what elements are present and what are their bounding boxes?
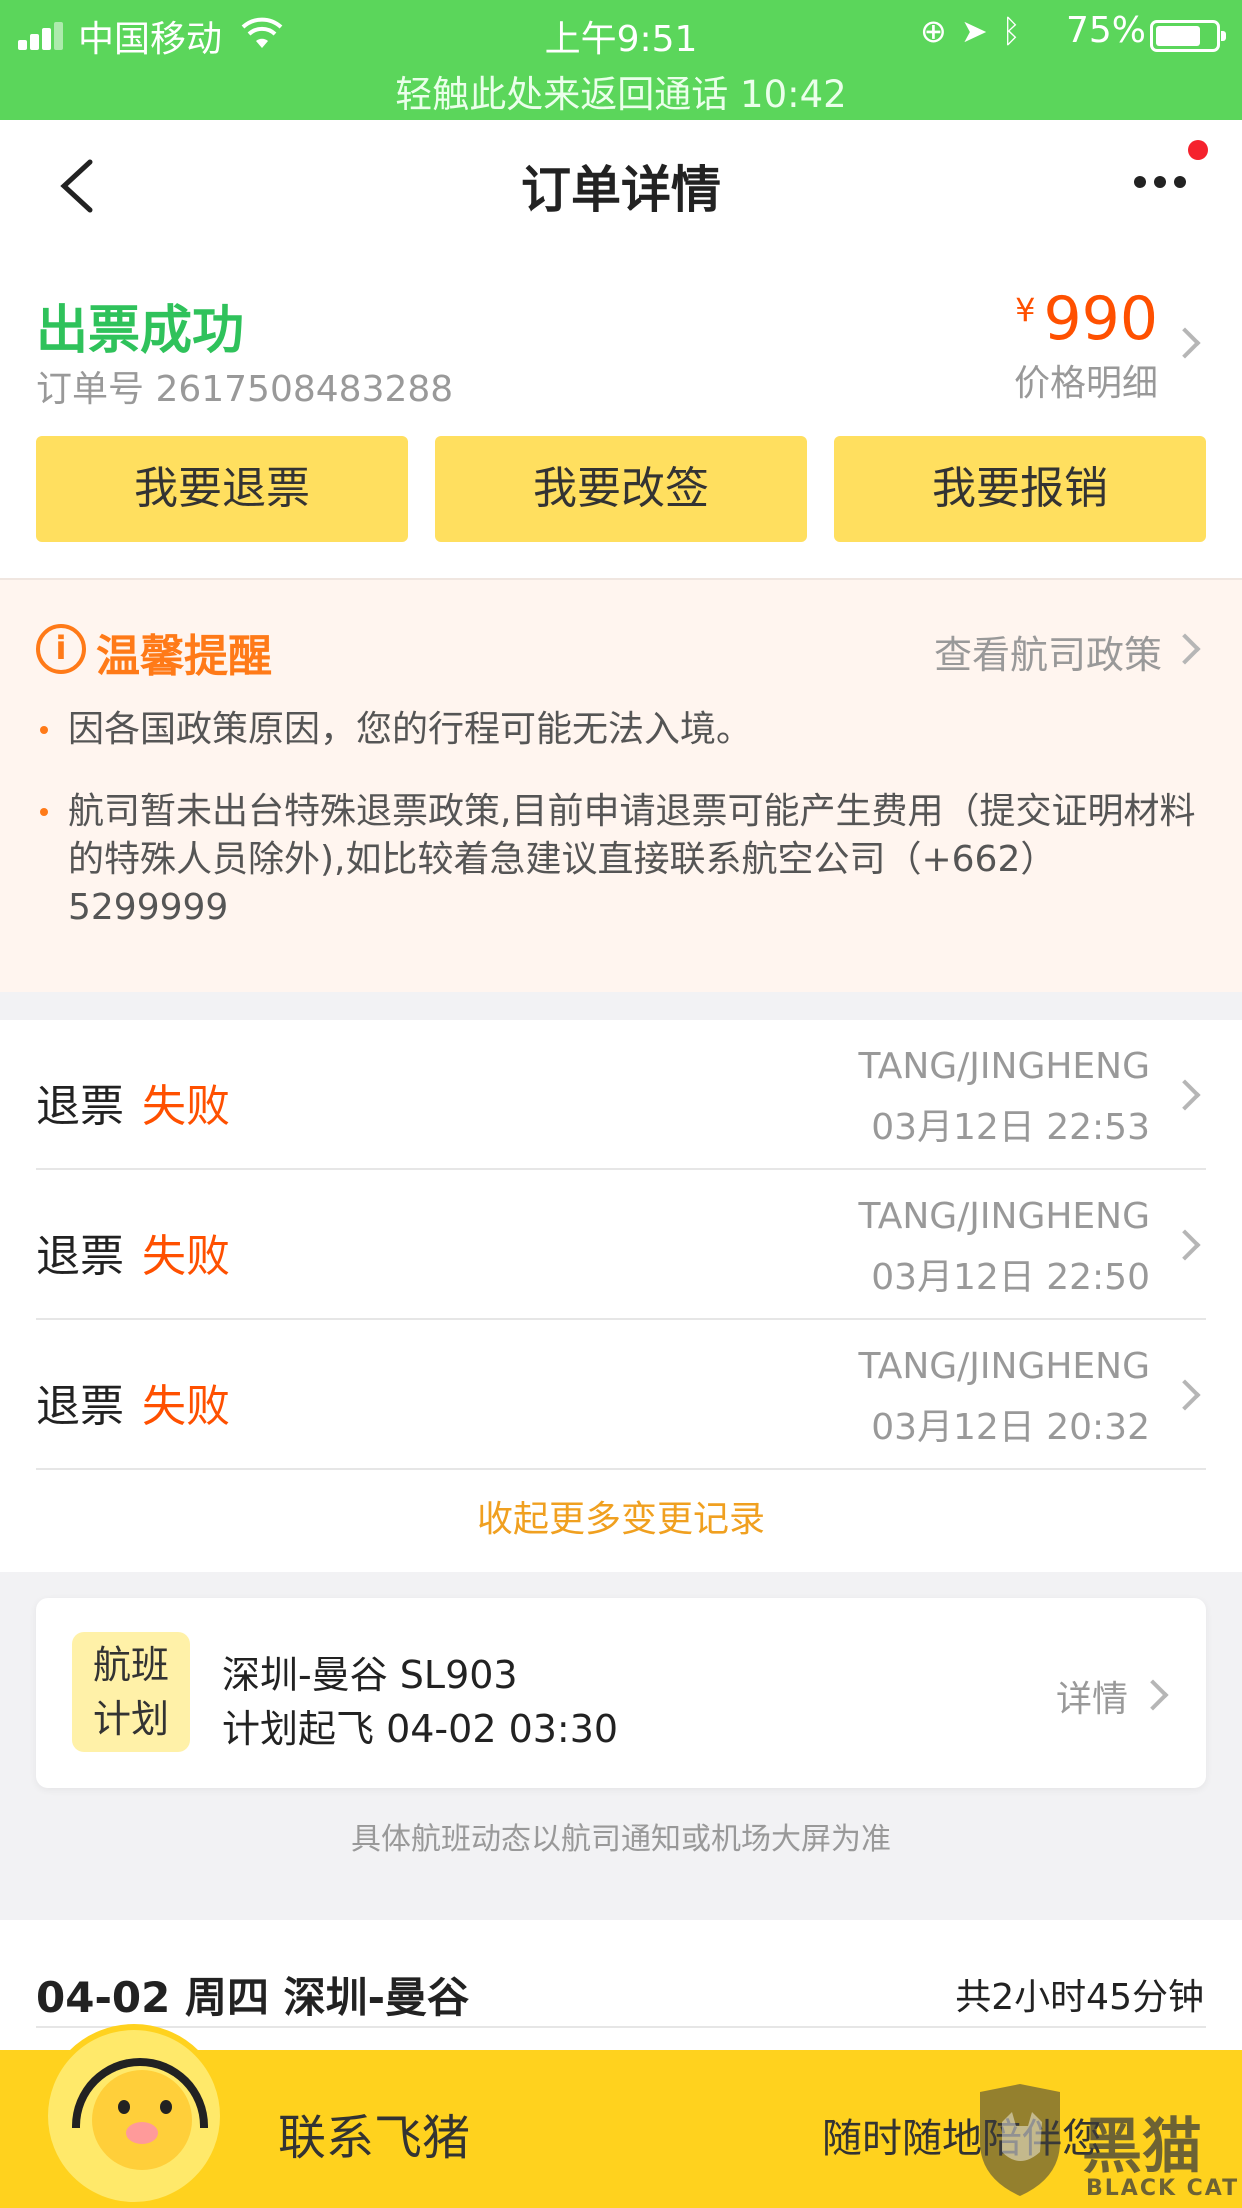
price[interactable]: ¥990: [1015, 284, 1158, 354]
record-time: 03月12日 22:50: [871, 1257, 1150, 1298]
airline-policy-link[interactable]: 查看航司政策: [934, 624, 1162, 679]
more-icon[interactable]: [1130, 162, 1200, 202]
nav-bar: 订单详情: [0, 120, 1242, 248]
clock: 上午9:51: [544, 19, 698, 60]
itinerary-header: 04-02 周四 深圳-曼谷 共2小时45分钟: [0, 1920, 1242, 2050]
badge-line: 计划: [92, 1697, 169, 1741]
order-number: 订单号 2617508483288: [36, 369, 454, 410]
battery-percent: 75%: [1066, 10, 1147, 51]
watermark-text: 黑猫: [1082, 2112, 1202, 2182]
itinerary-duration: 共2小时45分钟: [955, 1977, 1204, 2018]
record-type: 退票: [36, 1381, 124, 1432]
flight-plan-badge: 航班 计划: [72, 1632, 190, 1752]
page-title: 订单详情: [521, 161, 721, 219]
record-type: 退票: [36, 1081, 124, 1132]
reminder-title: 温馨提醒: [96, 631, 272, 682]
record-passenger: TANG/JINGHENG: [858, 1346, 1150, 1387]
reimburse-button[interactable]: 我要报销: [834, 436, 1206, 542]
order-summary: 出票成功 订单号 2617508483288 ¥990 价格明细 我要退票 我要…: [0, 248, 1242, 578]
record-status: 失败: [142, 1381, 230, 1432]
flight-route: 深圳-曼谷 SL903: [222, 1653, 518, 1697]
location-icon: ➤: [960, 12, 1002, 50]
info-icon: i: [36, 624, 86, 674]
flight-plan-card[interactable]: 航班 计划 深圳-曼谷 SL903 计划起飞 04-02 03:30 详情: [36, 1598, 1206, 1788]
flight-detail-link[interactable]: 详情: [1056, 1670, 1128, 1722]
chevron-right-icon: [1169, 1229, 1201, 1261]
chevron-right-icon: [1169, 1379, 1201, 1411]
record-status: 失败: [142, 1231, 230, 1282]
chevron-right-icon[interactable]: [1137, 1679, 1169, 1711]
contact-fliggy-label[interactable]: 联系飞猪: [278, 2098, 470, 2168]
record-status: 失败: [142, 1081, 230, 1132]
battery-icon: [1150, 20, 1226, 52]
price-currency: ¥: [1015, 291, 1036, 329]
notification-dot: [1188, 140, 1208, 160]
record-passenger: TANG/JINGHENG: [858, 1196, 1150, 1237]
record-row[interactable]: 退票 失败 TANG/JINGHENG 03月12日 22:50: [36, 1170, 1206, 1320]
order-status: 出票成功: [36, 301, 245, 361]
itinerary-date: 04-02 周四 深圳-曼谷: [36, 1973, 470, 2022]
reminder-item: 航司暂未出台特殊退票政策,目前申请退票可能产生费用（提交证明材料的特殊人员除外)…: [68, 791, 1196, 928]
record-time: 03月12日 20:32: [871, 1407, 1150, 1448]
bluetooth-icon: ᛒ: [1001, 12, 1035, 50]
chevron-right-icon[interactable]: [1169, 633, 1201, 665]
black-cat-logo-icon: [980, 2084, 1060, 2196]
badge-line: 航班: [92, 1643, 169, 1687]
fliggy-mascot-icon[interactable]: [42, 2024, 226, 2208]
flight-departure: 计划起飞 04-02 03:30: [222, 1707, 619, 1751]
record-type: 退票: [36, 1231, 124, 1282]
change-records: 退票 失败 TANG/JINGHENG 03月12日 22:53 退票 失败 T…: [0, 1020, 1242, 1572]
reminder-item: 因各国政策原因，您的行程可能无法入境。: [68, 709, 753, 750]
chevron-right-icon[interactable]: [1169, 327, 1201, 359]
record-passenger: TANG/JINGHENG: [858, 1046, 1150, 1087]
change-button[interactable]: 我要改签: [435, 436, 807, 542]
system-icons: ⊕➤ᛒ: [920, 12, 1035, 50]
reminder-panel: i 温馨提醒 查看航司政策 因各国政策原因，您的行程可能无法入境。 航司暂未出台…: [0, 578, 1242, 992]
flight-note: 具体航班动态以航司通知或机场大屏为准: [351, 1822, 891, 1857]
rotation-lock-icon: ⊕: [920, 12, 961, 50]
refund-button[interactable]: 我要退票: [36, 436, 408, 542]
price-detail-link[interactable]: 价格明细: [1014, 354, 1158, 406]
bullet-icon: [40, 726, 48, 734]
divider: [36, 2026, 1206, 2028]
record-time: 03月12日 22:53: [871, 1107, 1150, 1148]
call-banner[interactable]: 轻触此处来返回通话 10:42: [0, 64, 1242, 118]
record-row[interactable]: 退票 失败 TANG/JINGHENG 03月12日 22:53: [36, 1020, 1206, 1170]
collapse-records-link[interactable]: 收起更多变更记录: [0, 1490, 1242, 1542]
watermark-subtext: BLACK CAT: [1086, 2176, 1240, 2201]
status-bar: 中国移动 上午9:51 ⊕➤ᛒ 75% 轻触此处来返回通话 10:42: [0, 0, 1242, 120]
bullet-icon: [40, 808, 48, 816]
price-value: 990: [1043, 284, 1158, 354]
record-row[interactable]: 退票 失败 TANG/JINGHENG 03月12日 20:32: [36, 1320, 1206, 1470]
chevron-right-icon: [1169, 1079, 1201, 1111]
